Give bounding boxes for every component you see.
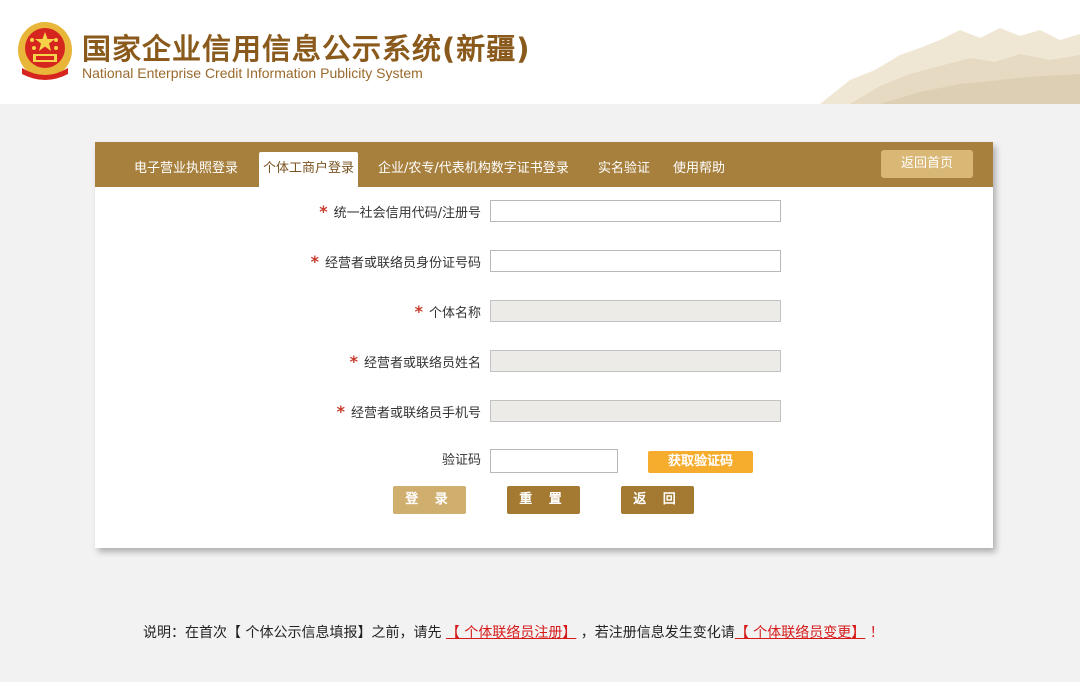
required-mark: * [319,202,328,221]
return-home-button[interactable]: 返回首页 [881,150,973,178]
site-title-cn: 国家企业信用信息公示系统(新疆) [82,32,531,66]
login-panel: 电子营业执照登录 个体工商户登录 企业/农专/代表机构数字证书登录 实名验证 使… [95,142,993,548]
get-code-button[interactable]: 获取验证码 [648,451,753,473]
great-wall-decoration [820,28,1080,104]
contact-change-link[interactable]: 【 个体联络员变更】 [735,625,865,641]
business-name-input [490,300,781,322]
business-name-label: * 个体名称 [414,302,481,321]
instruction-note: 说明：在首次【 个体公示信息填报】之前，请先 【 个体联络员注册】 ，若注册信息… [143,622,884,642]
tab-real-name-verification[interactable]: 实名验证 [598,152,650,187]
tab-help[interactable]: 使用帮助 [673,152,725,187]
required-mark: * [414,302,423,321]
phone-input [490,400,781,422]
tab-bar: 电子营业执照登录 个体工商户登录 企业/农专/代表机构数字证书登录 实名验证 使… [95,142,993,187]
required-mark: * [349,352,358,371]
operator-name-label: * 经营者或联络员姓名 [349,352,481,371]
login-button[interactable]: 登 录 [393,486,466,514]
note-suffix: ！ [865,625,884,641]
tab-e-license-login[interactable]: 电子营业执照登录 [134,152,238,187]
captcha-input[interactable] [490,449,618,473]
id-number-input[interactable] [490,250,781,272]
tab-individual-business-login[interactable]: 个体工商户登录 [259,152,359,187]
site-title-en: National Enterprise Credit Information P… [82,65,423,81]
credit-code-label: * 统一社会信用代码/注册号 [319,202,481,221]
note-middle: ，若注册信息发生变化请 [576,625,735,641]
required-mark: * [336,402,345,421]
captcha-label: 验证码 [441,453,481,468]
note-prefix: 说明：在首次【 个体公示信息填报】之前，请先 [143,625,446,641]
operator-name-input [490,350,781,372]
id-number-label: * 经营者或联络员身份证号码 [310,252,481,271]
reset-button[interactable]: 重 置 [507,486,580,514]
national-emblem-icon [18,22,72,80]
contact-register-link[interactable]: 【 个体联络员注册】 [446,625,576,641]
required-mark: * [310,252,319,271]
back-button[interactable]: 返 回 [621,486,694,514]
credit-code-input[interactable] [490,200,781,222]
tab-digital-certificate-login[interactable]: 企业/农专/代表机构数字证书登录 [378,152,569,187]
phone-label: * 经营者或联络员手机号 [336,402,481,421]
site-header: 国家企业信用信息公示系统(新疆) National Enterprise Cre… [0,0,1080,104]
